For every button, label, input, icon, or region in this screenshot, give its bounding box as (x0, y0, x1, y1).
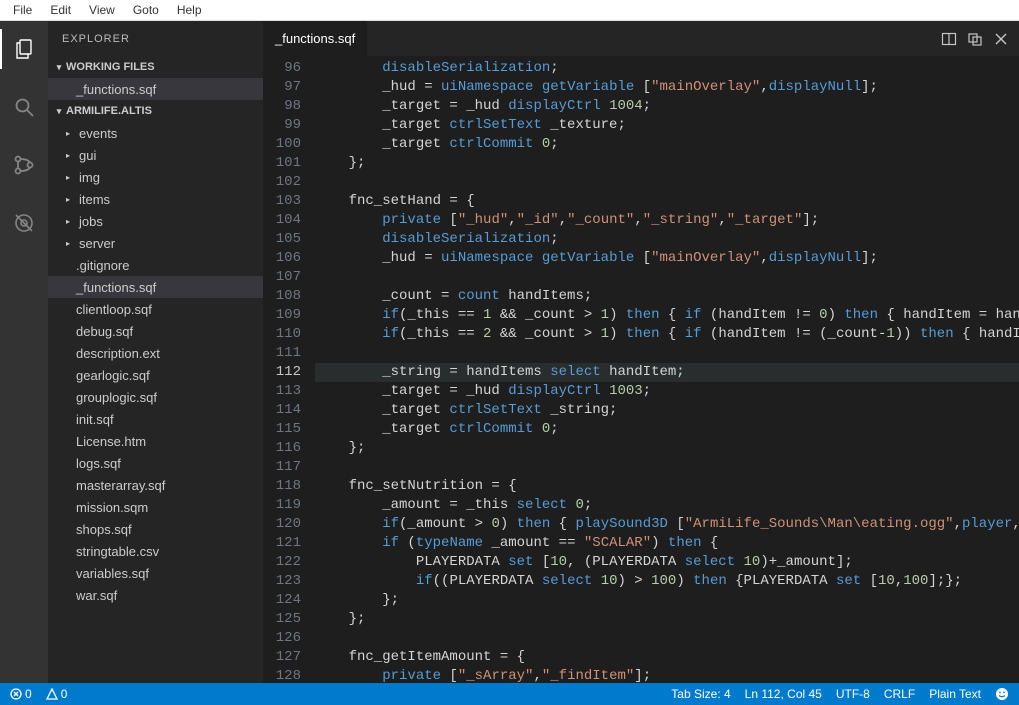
file-item[interactable]: war.sqf (48, 584, 263, 606)
source-control-icon[interactable] (0, 145, 48, 185)
close-icon[interactable] (993, 31, 1009, 47)
explorer-icon[interactable] (0, 29, 48, 69)
chevron-down-icon: ▾ (52, 106, 66, 117)
status-warnings[interactable]: 0 (46, 687, 68, 701)
menu-help[interactable]: Help (168, 1, 211, 19)
status-language[interactable]: Plain Text (929, 687, 981, 701)
file-item[interactable]: .gitignore (48, 254, 263, 276)
sidebar: EXPLORER ▾ WORKING FILES _functions.sqf … (48, 21, 263, 683)
status-bar: 0 0 Tab Size: 4 Ln 112, Col 45 UTF-8 CRL… (0, 683, 1019, 705)
file-item[interactable]: logs.sqf (48, 452, 263, 474)
tab-bar: _functions.sqf (263, 21, 1019, 56)
search-icon[interactable] (0, 87, 48, 127)
menu-view[interactable]: View (80, 1, 124, 19)
editor-area: _functions.sqf 9697989910010110210310410… (263, 21, 1019, 683)
chevron-right-icon: ▸ (66, 173, 76, 182)
activity-bar (0, 21, 48, 683)
chevron-right-icon: ▸ (66, 217, 76, 226)
working-files-header[interactable]: ▾ WORKING FILES (48, 56, 263, 78)
menu-file[interactable]: File (4, 1, 41, 19)
more-actions-icon[interactable] (967, 31, 983, 47)
chevron-right-icon: ▸ (66, 129, 76, 138)
chevron-right-icon: ▸ (66, 239, 76, 248)
folder-item[interactable]: ▸jobs (48, 210, 263, 232)
file-item[interactable]: variables.sqf (48, 562, 263, 584)
tab-functions[interactable]: _functions.sqf (263, 21, 367, 56)
file-item[interactable]: description.ext (48, 342, 263, 364)
menu-edit[interactable]: Edit (41, 1, 80, 19)
status-position[interactable]: Ln 112, Col 45 (745, 687, 822, 701)
code-editor[interactable]: 9697989910010110210310410510610710810911… (263, 56, 1019, 683)
working-file-item[interactable]: _functions.sqf (48, 78, 263, 100)
status-feedback-icon[interactable] (995, 687, 1009, 701)
file-item[interactable]: grouplogic.sqf (48, 386, 263, 408)
status-errors[interactable]: 0 (10, 687, 32, 701)
status-encoding[interactable]: UTF-8 (836, 687, 870, 701)
status-tabsize[interactable]: Tab Size: 4 (671, 687, 730, 701)
chevron-right-icon: ▸ (66, 195, 76, 204)
folder-item[interactable]: ▸img (48, 166, 263, 188)
chevron-down-icon: ▾ (52, 62, 66, 73)
folder-item[interactable]: ▸server (48, 232, 263, 254)
status-eol[interactable]: CRLF (884, 687, 915, 701)
debug-icon[interactable] (0, 203, 48, 243)
file-item[interactable]: debug.sqf (48, 320, 263, 342)
file-item[interactable]: clientloop.sqf (48, 298, 263, 320)
file-item[interactable]: stringtable.csv (48, 540, 263, 562)
menubar: File Edit View Goto Help (0, 0, 1019, 21)
folder-item[interactable]: ▸events (48, 122, 263, 144)
file-item[interactable]: masterarray.sqf (48, 474, 263, 496)
folder-item[interactable]: ▸items (48, 188, 263, 210)
folder-item[interactable]: ▸gui (48, 144, 263, 166)
project-header[interactable]: ▾ ARMILIFE.ALTIS (48, 100, 263, 122)
split-editor-icon[interactable] (941, 31, 957, 47)
file-item[interactable]: mission.sqm (48, 496, 263, 518)
menu-goto[interactable]: Goto (124, 1, 168, 19)
chevron-right-icon: ▸ (66, 151, 76, 160)
file-item[interactable]: shops.sqf (48, 518, 263, 540)
file-item[interactable]: License.htm (48, 430, 263, 452)
sidebar-title: EXPLORER (48, 21, 263, 56)
file-item[interactable]: _functions.sqf (48, 276, 263, 298)
file-item[interactable]: gearlogic.sqf (48, 364, 263, 386)
file-item[interactable]: init.sqf (48, 408, 263, 430)
